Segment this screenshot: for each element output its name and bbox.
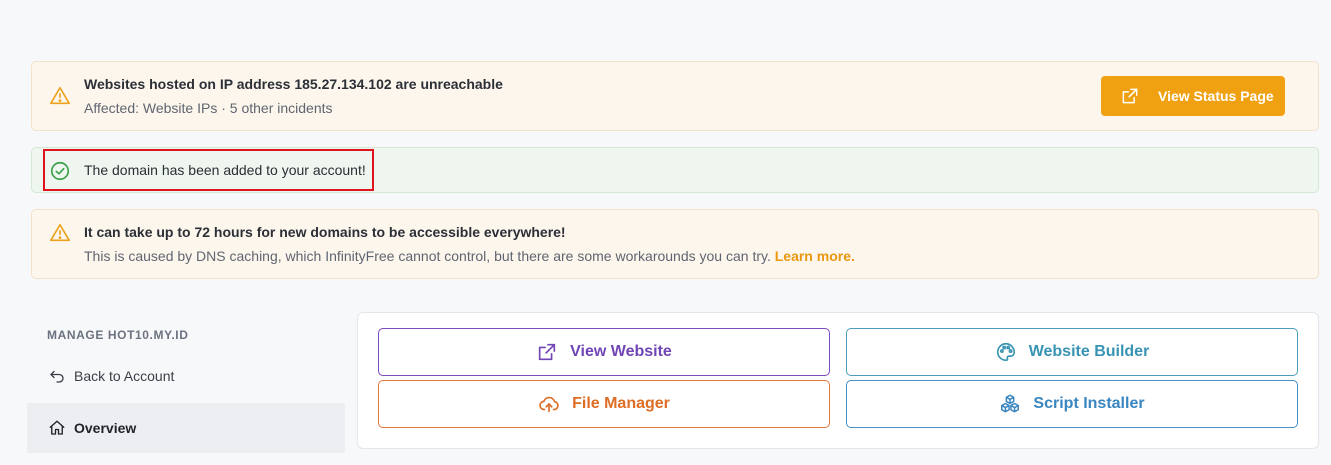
sidebar-item-label: Overview <box>74 420 137 436</box>
file-manager-button[interactable]: File Manager <box>378 380 830 428</box>
tools-panel: View Website Website Builder File Manage… <box>357 312 1319 449</box>
file-manager-label: File Manager <box>572 395 670 412</box>
view-status-page-button[interactable]: View Status Page <box>1101 76 1285 116</box>
view-website-button[interactable]: View Website <box>378 328 830 376</box>
dns-alert: It can take up to 72 hours for new domai… <box>31 209 1319 279</box>
external-link-icon <box>1120 86 1140 106</box>
script-installer-button[interactable]: Script Installer <box>846 380 1298 428</box>
home-icon <box>49 420 65 435</box>
dns-title: It can take up to 72 hours for new domai… <box>84 224 566 240</box>
cubes-icon <box>1001 394 1020 413</box>
warning-triangle-icon <box>49 85 71 107</box>
dns-subtitle-text: This is caused by DNS caching, which Inf… <box>84 248 771 264</box>
external-link-icon <box>538 343 556 361</box>
incident-title: Websites hosted on IP address 185.27.134… <box>84 76 503 92</box>
sidebar-heading: MANAGE HOT10.MY.ID <box>47 328 189 342</box>
sidebar-item-label: Back to Account <box>74 368 175 384</box>
arrow-back-icon <box>50 370 64 383</box>
dns-subtitle: This is caused by DNS caching, which Inf… <box>84 248 855 264</box>
highlight-outline <box>43 149 374 191</box>
website-builder-button[interactable]: Website Builder <box>846 328 1298 376</box>
incident-subtitle: Affected: Website IPs · 5 other incident… <box>84 100 333 116</box>
website-builder-label: Website Builder <box>1028 343 1150 360</box>
incident-alert: Websites hosted on IP address 185.27.134… <box>31 61 1319 131</box>
view-website-label: View Website <box>570 343 672 360</box>
script-installer-label: Script Installer <box>1033 395 1145 412</box>
learn-more-link[interactable]: Learn more. <box>775 248 855 264</box>
warning-triangle-icon <box>49 222 71 244</box>
cloud-upload-icon <box>539 396 559 413</box>
palette-icon <box>996 342 1015 362</box>
sidebar-item-overview[interactable]: Overview <box>27 403 345 453</box>
sidebar-item-back-to-account[interactable]: Back to Account <box>27 351 345 401</box>
view-status-page-label: View Status Page <box>1158 88 1274 104</box>
